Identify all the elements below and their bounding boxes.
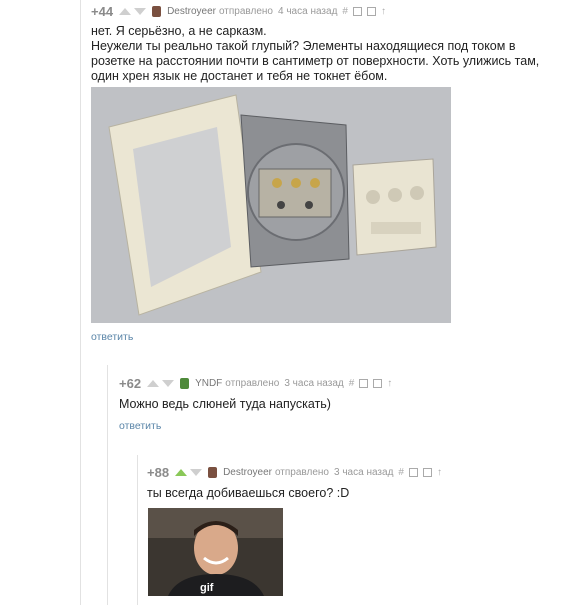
avatar[interactable] xyxy=(208,466,218,478)
author-name[interactable]: Destroyeer xyxy=(167,6,216,17)
reply-link[interactable]: ответить xyxy=(119,420,161,432)
bookmark-icon[interactable] xyxy=(366,6,376,16)
thread-line xyxy=(107,365,108,605)
bookmark-icon[interactable] xyxy=(422,467,432,477)
comment-header: +62 YNDF отправлено 3 часа назад # ↑ xyxy=(119,375,397,391)
save-icon[interactable] xyxy=(352,6,362,16)
comment-text: Можно ведь слюней туда напускать) xyxy=(119,397,331,411)
thread-line xyxy=(80,0,81,605)
timestamp: 3 часа назад xyxy=(284,377,344,389)
sent-label: отправлено xyxy=(218,5,273,17)
thread-line xyxy=(137,455,138,605)
comment-text: нет. Я серьёзно, а не сарказм. Неужели т… xyxy=(91,24,540,83)
timestamp: 3 часа назад xyxy=(334,466,394,478)
comment-text: ты всегда добиваешься своего? :D xyxy=(147,486,350,500)
gif-badge: gif xyxy=(200,582,214,594)
avatar[interactable] xyxy=(152,5,162,17)
downvote-icon[interactable] xyxy=(134,7,147,15)
permalink-hash[interactable]: # xyxy=(342,6,348,17)
upvote-icon[interactable] xyxy=(147,379,160,387)
comment-score: +88 xyxy=(147,464,170,480)
parent-arrow-icon[interactable]: ↑ xyxy=(381,6,386,17)
avatar[interactable] xyxy=(180,377,190,389)
comment-gif[interactable]: gif xyxy=(148,508,283,596)
parent-arrow-icon[interactable]: ↑ xyxy=(387,378,392,389)
permalink-hash[interactable]: # xyxy=(398,467,404,478)
comment-score: +44 xyxy=(91,3,114,19)
parent-arrow-icon[interactable]: ↑ xyxy=(437,467,442,478)
reply-link[interactable]: ответить xyxy=(91,331,133,343)
save-icon[interactable] xyxy=(359,378,369,388)
sent-label: отправлено xyxy=(225,377,280,389)
author-name[interactable]: Destroyeer xyxy=(223,467,272,478)
author-name[interactable]: YNDF xyxy=(195,378,222,389)
upvote-icon[interactable] xyxy=(119,7,132,15)
sent-label: отправлено xyxy=(274,466,329,478)
permalink-hash[interactable]: # xyxy=(349,378,355,389)
comment-header: +44 Destroyeer отправлено 4 часа назад #… xyxy=(91,3,391,19)
comment-score: +62 xyxy=(119,375,142,391)
downvote-icon[interactable] xyxy=(162,379,175,387)
upvote-icon[interactable] xyxy=(175,468,188,476)
bookmark-icon[interactable] xyxy=(373,378,383,388)
timestamp: 4 часа назад xyxy=(278,5,338,17)
downvote-icon[interactable] xyxy=(190,468,203,476)
comment-image-socket[interactable] xyxy=(91,87,451,323)
save-icon[interactable] xyxy=(408,467,418,477)
comment-header: +88 Destroyeer отправлено 3 часа назад #… xyxy=(147,464,447,480)
